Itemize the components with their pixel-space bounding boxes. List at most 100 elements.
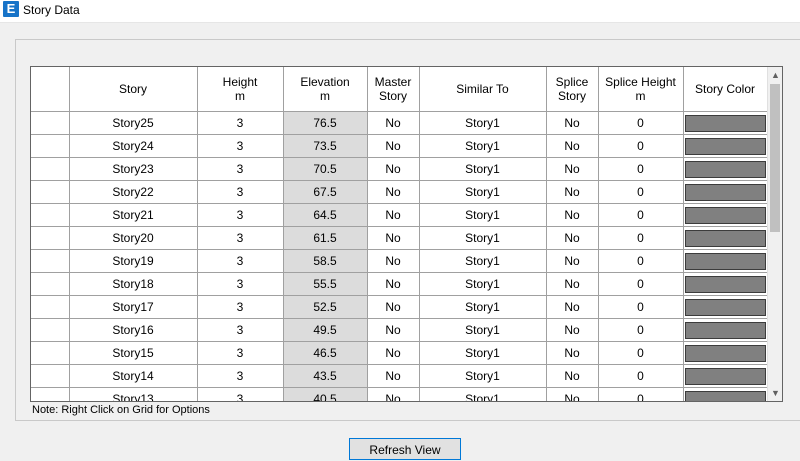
color-swatch[interactable] (684, 160, 766, 178)
row-selector-cell[interactable] (31, 111, 70, 135)
splice-story-cell[interactable]: No (546, 341, 599, 365)
master-story-cell[interactable]: No (367, 341, 420, 365)
table-row[interactable]: Story22 3 67.5 No Story1 No 0 (31, 180, 768, 204)
color-swatch[interactable] (684, 229, 766, 247)
row-selector-cell[interactable] (31, 387, 70, 401)
story-color-cell[interactable] (683, 249, 768, 273)
table-row[interactable]: Story25 3 76.5 No Story1 No 0 (31, 111, 768, 135)
color-swatch[interactable] (684, 367, 766, 385)
table-row[interactable]: Story13 3 40.5 No Story1 No 0 (31, 387, 768, 401)
similar-to-cell[interactable]: Story1 (419, 157, 547, 181)
table-row[interactable]: Story14 3 43.5 No Story1 No 0 (31, 364, 768, 388)
row-selector-cell[interactable] (31, 180, 70, 204)
story-header[interactable]: Story (69, 67, 198, 112)
similar-to-cell[interactable]: Story1 (419, 341, 547, 365)
story-cell[interactable]: Story16 (69, 318, 198, 342)
splice-story-header[interactable]: Splice Story (546, 67, 599, 112)
elevation-cell[interactable]: 61.5 (283, 226, 368, 250)
color-swatch[interactable] (684, 183, 766, 201)
splice-height-cell[interactable]: 0 (598, 134, 684, 158)
story-cell[interactable]: Story18 (69, 272, 198, 296)
row-selector-cell[interactable] (31, 249, 70, 273)
height-cell[interactable]: 3 (197, 341, 284, 365)
height-cell[interactable]: 3 (197, 226, 284, 250)
splice-height-cell[interactable]: 0 (598, 295, 684, 319)
master-story-cell[interactable]: No (367, 318, 420, 342)
row-selector-cell[interactable] (31, 203, 70, 227)
elevation-cell[interactable]: 52.5 (283, 295, 368, 319)
story-cell[interactable]: Story21 (69, 203, 198, 227)
row-selector-cell[interactable] (31, 134, 70, 158)
height-cell[interactable]: 3 (197, 249, 284, 273)
color-swatch[interactable] (684, 275, 766, 293)
height-cell[interactable]: 3 (197, 203, 284, 227)
height-header[interactable]: Height m (197, 67, 284, 112)
height-cell[interactable]: 3 (197, 318, 284, 342)
table-row[interactable]: Story18 3 55.5 No Story1 No 0 (31, 272, 768, 296)
scroll-thumb[interactable] (770, 84, 780, 232)
story-color-cell[interactable] (683, 111, 768, 135)
color-swatch[interactable] (684, 137, 766, 155)
master-story-cell[interactable]: No (367, 226, 420, 250)
master-story-cell[interactable]: No (367, 387, 420, 401)
row-selector-cell[interactable] (31, 226, 70, 250)
elevation-cell[interactable]: 49.5 (283, 318, 368, 342)
splice-story-cell[interactable]: No (546, 295, 599, 319)
table-row[interactable]: Story23 3 70.5 No Story1 No 0 (31, 157, 768, 181)
row-selector-cell[interactable] (31, 157, 70, 181)
height-cell[interactable]: 3 (197, 364, 284, 388)
splice-height-cell[interactable]: 0 (598, 226, 684, 250)
master-story-cell[interactable]: No (367, 111, 420, 135)
story-color-cell[interactable] (683, 341, 768, 365)
story-color-cell[interactable] (683, 203, 768, 227)
splice-height-cell[interactable]: 0 (598, 111, 684, 135)
master-story-cell[interactable]: No (367, 203, 420, 227)
story-cell[interactable]: Story17 (69, 295, 198, 319)
height-cell[interactable]: 3 (197, 157, 284, 181)
color-swatch[interactable] (684, 344, 766, 362)
splice-height-cell[interactable]: 0 (598, 180, 684, 204)
story-color-cell[interactable] (683, 157, 768, 181)
master-story-cell[interactable]: No (367, 295, 420, 319)
similar-to-cell[interactable]: Story1 (419, 249, 547, 273)
story-cell[interactable]: Story25 (69, 111, 198, 135)
row-selector-cell[interactable] (31, 341, 70, 365)
master-story-cell[interactable]: No (367, 272, 420, 296)
elevation-cell[interactable]: 64.5 (283, 203, 368, 227)
height-cell[interactable]: 3 (197, 134, 284, 158)
height-cell[interactable]: 3 (197, 295, 284, 319)
similar-to-cell[interactable]: Story1 (419, 111, 547, 135)
similar-to-cell[interactable]: Story1 (419, 387, 547, 401)
splice-height-cell[interactable]: 0 (598, 341, 684, 365)
similar-to-cell[interactable]: Story1 (419, 295, 547, 319)
splice-story-cell[interactable]: No (546, 249, 599, 273)
story-cell[interactable]: Story22 (69, 180, 198, 204)
table-row[interactable]: Story16 3 49.5 No Story1 No 0 (31, 318, 768, 342)
story-color-cell[interactable] (683, 364, 768, 388)
splice-story-cell[interactable]: No (546, 318, 599, 342)
master-story-cell[interactable]: No (367, 249, 420, 273)
similar-to-cell[interactable]: Story1 (419, 272, 547, 296)
height-cell[interactable]: 3 (197, 272, 284, 296)
master-story-cell[interactable]: No (367, 134, 420, 158)
row-selector-cell[interactable] (31, 272, 70, 296)
splice-height-cell[interactable]: 0 (598, 387, 684, 401)
story-color-header[interactable]: Story Color (683, 67, 768, 112)
height-cell[interactable]: 3 (197, 111, 284, 135)
splice-story-cell[interactable]: No (546, 364, 599, 388)
similar-to-cell[interactable]: Story1 (419, 180, 547, 204)
similar-to-cell[interactable]: Story1 (419, 226, 547, 250)
splice-height-header[interactable]: Splice Height m (598, 67, 684, 112)
table-row[interactable]: Story20 3 61.5 No Story1 No 0 (31, 226, 768, 250)
splice-height-cell[interactable]: 0 (598, 157, 684, 181)
table-row[interactable]: Story17 3 52.5 No Story1 No 0 (31, 295, 768, 319)
story-color-cell[interactable] (683, 134, 768, 158)
height-cell[interactable]: 3 (197, 180, 284, 204)
similar-to-header[interactable]: Similar To (419, 67, 547, 112)
height-cell[interactable]: 3 (197, 387, 284, 401)
elevation-cell[interactable]: 55.5 (283, 272, 368, 296)
story-cell[interactable]: Story23 (69, 157, 198, 181)
story-color-cell[interactable] (683, 387, 768, 401)
master-story-cell[interactable]: No (367, 180, 420, 204)
similar-to-cell[interactable]: Story1 (419, 364, 547, 388)
